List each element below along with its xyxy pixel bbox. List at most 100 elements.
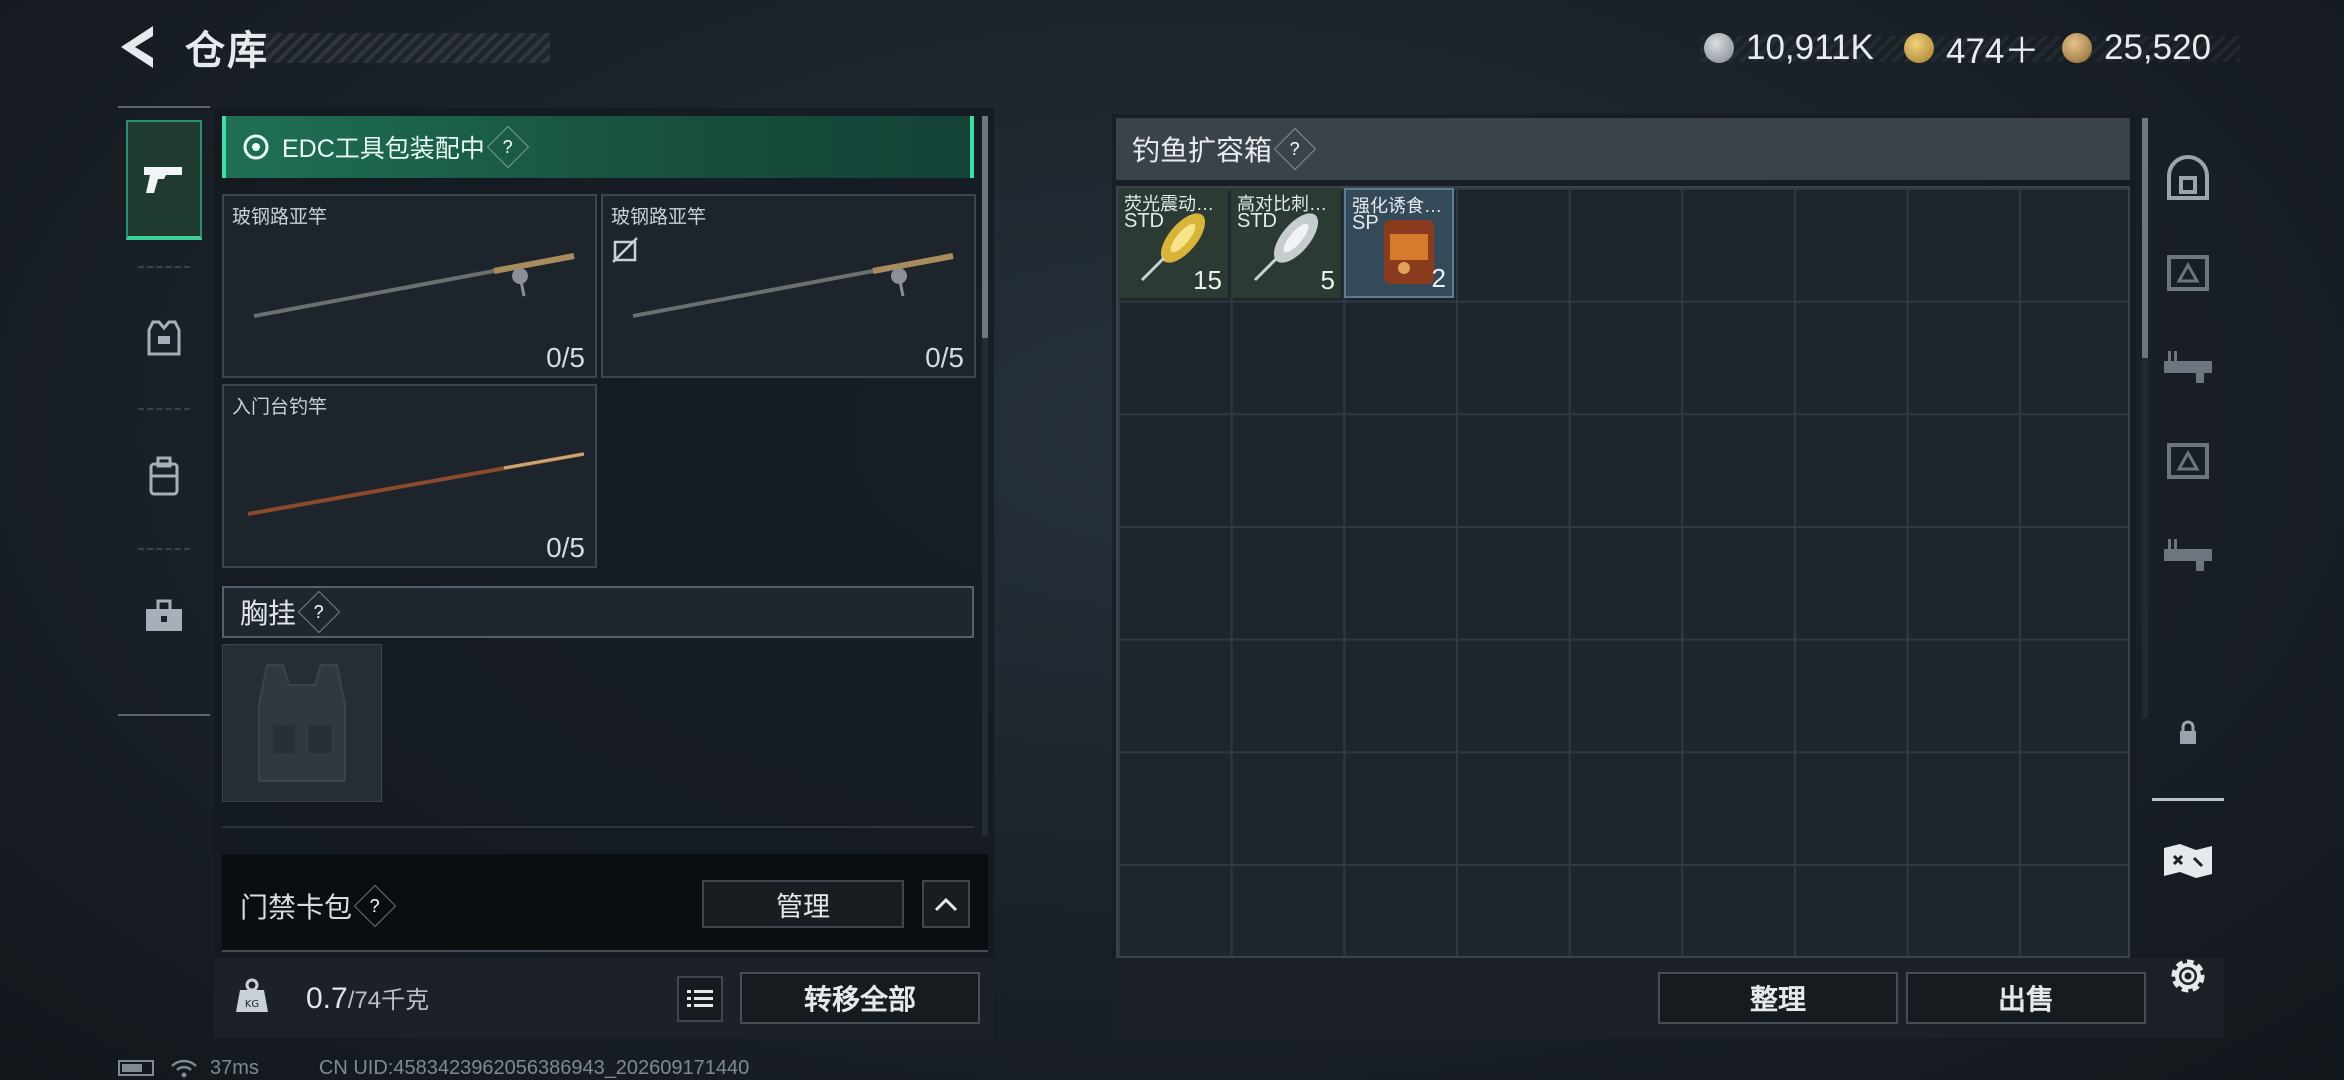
weight-capacity: /74千克 xyxy=(347,987,430,1014)
spinning-rod-icon xyxy=(632,253,954,318)
backpack-icon xyxy=(149,456,179,496)
item-quantity: 5 xyxy=(1320,265,1335,295)
tab-locked[interactable] xyxy=(2152,688,2224,778)
back-arrow-icon xyxy=(121,26,153,68)
tab-rifle-case[interactable] xyxy=(2152,510,2224,600)
list-icon xyxy=(687,990,713,1007)
gear-badge-icon xyxy=(243,134,269,160)
container-header: 钓鱼扩容箱 ? xyxy=(1116,118,2130,180)
tab-armor[interactable] xyxy=(126,278,202,398)
loadout-scrollbar[interactable] xyxy=(982,116,988,836)
container-tabs xyxy=(2152,108,2224,801)
rod-capacity: 0/5 xyxy=(546,532,585,563)
rifle-case-icon xyxy=(2164,351,2212,383)
tab-crate[interactable] xyxy=(2152,416,2224,506)
item-grade: SP xyxy=(1352,212,1379,234)
gold-coin-icon xyxy=(2062,33,2092,63)
keycard-header: 门禁卡包 ? xyxy=(240,884,397,928)
container-grid[interactable] xyxy=(1116,186,2130,958)
chest-rig-slot[interactable] xyxy=(222,644,382,802)
chest-rig-placeholder-icon xyxy=(258,664,346,782)
edc-kit-banner[interactable]: EDC工具包装配中 ? xyxy=(222,116,974,178)
scrollbar-thumb[interactable] xyxy=(982,116,988,338)
pistol-icon xyxy=(144,167,182,193)
lock-icon xyxy=(2180,720,2196,744)
battery-icon xyxy=(118,1060,154,1076)
weight-current: 0.7 xyxy=(306,982,348,1015)
pole-rod-icon xyxy=(247,452,584,516)
tab-divider xyxy=(138,548,190,550)
title-decoration xyxy=(265,33,550,63)
manage-button[interactable]: 管理 xyxy=(702,880,904,928)
container-title: 钓鱼扩容箱 xyxy=(1132,135,1273,166)
crate-icon xyxy=(2167,443,2209,479)
currency-value: 474＋ xyxy=(1946,31,2040,71)
help-glyph: ? xyxy=(502,136,513,157)
rod-name: 入门台钓竿 xyxy=(232,397,328,418)
rod-name: 玻钢路亚竿 xyxy=(611,207,707,228)
rod-capacity: 0/5 xyxy=(925,342,964,373)
toolbox-icon xyxy=(146,599,182,631)
keycard-label: 门禁卡包 xyxy=(240,892,353,923)
triangle-coin-icon xyxy=(1904,33,1934,63)
item-grade: STD xyxy=(1124,210,1164,232)
help-icon[interactable]: ? xyxy=(486,125,530,169)
ping-value: 37ms xyxy=(210,1056,259,1079)
tab-backpack[interactable] xyxy=(126,416,202,536)
unlinked-icon xyxy=(612,237,638,263)
section-divider xyxy=(222,826,974,828)
tab-safebox[interactable] xyxy=(2152,134,2224,224)
weight-icon: KG xyxy=(232,976,272,1016)
currency-triangle: 474＋ xyxy=(1904,25,2039,71)
sort-button[interactable]: 整理 xyxy=(1658,972,1898,1024)
edc-banner-label: EDC工具包装配中 xyxy=(282,135,485,163)
silver-coin-icon xyxy=(1704,33,1734,63)
help-glyph: ? xyxy=(314,601,325,622)
currency-value: 25,520 xyxy=(2104,28,2212,67)
svg-text:KG: KG xyxy=(245,999,259,1010)
user-uid: CN UID:4583423962056386943_202609171440 xyxy=(318,1056,750,1079)
scrollbar-thumb[interactable] xyxy=(2142,118,2148,358)
transfer-all-button[interactable]: 转移全部 xyxy=(740,972,980,1024)
map-button[interactable] xyxy=(2152,820,2224,900)
spinning-rod-icon xyxy=(253,253,575,318)
help-icon[interactable]: ? xyxy=(353,884,397,928)
sell-button[interactable]: 出售 xyxy=(1906,972,2146,1024)
crate-icon xyxy=(2167,255,2209,291)
map-icon xyxy=(2164,844,2212,878)
help-icon[interactable]: ? xyxy=(297,590,341,634)
help-glyph: ? xyxy=(1290,138,1301,159)
wifi-icon xyxy=(171,1059,197,1078)
status-bar: 37ms CN UID:4583423962056386943_20260917… xyxy=(118,1056,749,1080)
tab-toolbox[interactable] xyxy=(126,556,202,676)
rifle-case-icon xyxy=(2164,539,2212,571)
item-quantity: 15 xyxy=(1193,265,1222,295)
tab-rifle-case[interactable] xyxy=(2152,322,2224,412)
rod-name: 玻钢路亚竿 xyxy=(232,207,328,228)
inventory-item[interactable]: 荧光震动… STD 15 xyxy=(1118,188,1228,298)
back-button[interactable] xyxy=(115,22,165,72)
inventory-item[interactable]: 高对比刺… STD 5 xyxy=(1231,188,1341,298)
tab-divider xyxy=(138,408,190,410)
rod-slot[interactable]: 玻钢路亚竿 0/5 xyxy=(601,194,976,378)
chevron-up-icon xyxy=(934,897,958,912)
armor-vest-icon xyxy=(147,320,181,356)
inventory-item[interactable]: 强化诱食… SP 2 xyxy=(1344,188,1454,298)
collapse-button[interactable] xyxy=(922,880,970,928)
weight-readout: 0.7/74千克 xyxy=(306,980,429,1016)
item-quantity: 2 xyxy=(1431,263,1446,293)
currency-value: 10,911K xyxy=(1746,28,1874,67)
container-scrollbar[interactable] xyxy=(2142,118,2148,718)
gear-icon xyxy=(2171,959,2205,993)
tab-weapons[interactable] xyxy=(126,120,202,240)
chest-rig-header: 胸挂 ? xyxy=(222,586,974,638)
rod-slot[interactable]: 入门台钓竿 0/5 xyxy=(222,384,597,568)
tab-divider xyxy=(138,266,190,268)
settings-button[interactable] xyxy=(2158,946,2218,1006)
page-title: 仓库 xyxy=(185,29,269,73)
tab-crate[interactable] xyxy=(2152,228,2224,318)
rod-slot[interactable]: 玻钢路亚竿 0/5 xyxy=(222,194,597,378)
list-view-button[interactable] xyxy=(677,976,723,1022)
safebox-icon xyxy=(2167,155,2209,200)
help-icon[interactable]: ? xyxy=(1273,127,1317,171)
